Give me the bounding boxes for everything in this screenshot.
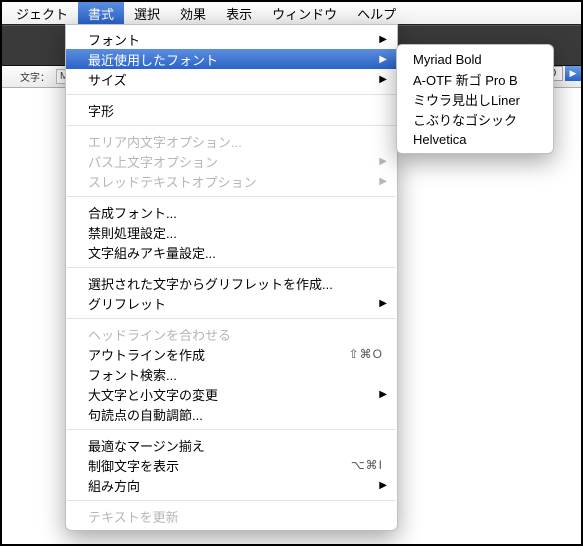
shortcut-label: ⇧⌘O xyxy=(349,347,383,361)
menu-ヘルプ[interactable]: ヘルプ xyxy=(347,2,406,24)
menu-表示[interactable]: 表示 xyxy=(216,2,262,24)
menu-item[interactable]: 組み方向 ▶ xyxy=(66,475,397,495)
menu-item: エリア内文字オプション... xyxy=(66,131,397,151)
menu-item-label: 組み方向 xyxy=(88,476,140,495)
menu-item-label: フォント xyxy=(88,30,140,49)
type-menu-dropdown: フォント ▶ 最近使用したフォント ▶ サイズ ▶ 字形エリア内文字オプション...パス上文… xyxy=(65,24,398,531)
menu-item[interactable]: 最近使用したフォント ▶ xyxy=(66,49,397,69)
menu-item-label: ヘッドラインを合わせる xyxy=(88,325,231,344)
menu-item[interactable]: 制御文字を表示 ⌥⌘I xyxy=(66,455,397,475)
menu-item: パス上文字オプション ▶ xyxy=(66,151,397,171)
menu-item-label: 最適なマージン揃え xyxy=(88,436,205,455)
menu-item-label: 最近使用したフォント xyxy=(88,50,218,69)
menu-選択[interactable]: 選択 xyxy=(124,2,170,24)
submenu-arrow-icon: ▶ xyxy=(379,156,387,167)
menu-item-label: パス上文字オプション xyxy=(88,152,218,171)
separator xyxy=(67,94,396,95)
recent-font-item[interactable]: Myriad Bold xyxy=(397,49,553,69)
menu-item-label: 制御文字を表示 xyxy=(88,456,179,475)
menu-item[interactable]: グリフレット ▶ xyxy=(66,293,397,313)
menu-item-label: エリア内文字オプション... xyxy=(88,132,242,151)
separator xyxy=(67,318,396,319)
menu-item-label: スレッドテキストオプション xyxy=(88,172,257,191)
menu-item-label: 合成フォント... xyxy=(88,203,177,222)
recent-font-item[interactable]: ミウラ見出しLiner xyxy=(397,89,553,109)
menu-item-label: テキストを更新 xyxy=(88,507,179,526)
menubar: ジェクト書式選択効果表示ウィンドウヘルプ xyxy=(2,2,581,24)
submenu-arrow-icon: ▶ xyxy=(379,389,387,400)
menu-item-label: 選択された文字からグリフレットを作成... xyxy=(88,274,333,293)
menu-item[interactable]: 句読点の自動調節... xyxy=(66,404,397,424)
menu-item: ヘッドラインを合わせる xyxy=(66,324,397,344)
menu-item-label: サイズ xyxy=(88,70,127,89)
separator xyxy=(67,429,396,430)
play-icon[interactable]: ▶ xyxy=(565,66,581,81)
recent-font-item[interactable]: A-OTF 新ゴ Pro B xyxy=(397,69,553,89)
menu-item-label: 字形 xyxy=(88,101,114,120)
menu-item[interactable]: 合成フォント... xyxy=(66,202,397,222)
menu-item[interactable]: 文字組みアキ量設定... xyxy=(66,242,397,262)
menu-item[interactable]: サイズ ▶ xyxy=(66,69,397,89)
separator xyxy=(67,125,396,126)
menu-ウィンドウ[interactable]: ウィンドウ xyxy=(262,2,347,24)
submenu-arrow-icon: ▶ xyxy=(379,74,387,85)
separator xyxy=(67,500,396,501)
recent-font-item[interactable]: Helvetica xyxy=(397,129,553,149)
font-label: 文字： xyxy=(20,69,50,84)
submenu-arrow-icon: ▶ xyxy=(379,34,387,45)
submenu-arrow-icon: ▶ xyxy=(379,298,387,309)
menu-item-label: アウトラインを作成 xyxy=(88,345,205,364)
menu-ジェクト[interactable]: ジェクト xyxy=(6,2,78,24)
recent-fonts-submenu: Myriad BoldA-OTF 新ゴ Pro Bミウラ見出しLinerこぶりな… xyxy=(396,44,554,154)
menu-item-label: 句読点の自動調節... xyxy=(88,405,203,424)
menu-item: テキストを更新 xyxy=(66,506,397,526)
menu-item-label: 大文字と小文字の変更 xyxy=(88,385,218,404)
menu-item[interactable]: フォント検索... xyxy=(66,364,397,384)
submenu-arrow-icon: ▶ xyxy=(379,176,387,187)
menu-item-label: フォント検索... xyxy=(88,365,177,384)
submenu-arrow-icon: ▶ xyxy=(379,480,387,491)
menu-item[interactable]: フォント ▶ xyxy=(66,29,397,49)
shortcut-label: ⌥⌘I xyxy=(351,458,383,472)
menu-効果[interactable]: 効果 xyxy=(170,2,216,24)
menu-書式[interactable]: 書式 xyxy=(78,2,124,24)
menu-item[interactable]: 大文字と小文字の変更 ▶ xyxy=(66,384,397,404)
separator xyxy=(67,267,396,268)
menu-item-label: 禁則処理設定... xyxy=(88,223,177,242)
menu-item: スレッドテキストオプション ▶ xyxy=(66,171,397,191)
submenu-arrow-icon: ▶ xyxy=(379,54,387,65)
menu-item[interactable]: 禁則処理設定... xyxy=(66,222,397,242)
menu-item[interactable]: アウトラインを作成 ⇧⌘O xyxy=(66,344,397,364)
menu-item[interactable]: 選択された文字からグリフレットを作成... xyxy=(66,273,397,293)
menu-item-label: 文字組みアキ量設定... xyxy=(88,243,216,262)
separator xyxy=(67,196,396,197)
menu-item[interactable]: 最適なマージン揃え xyxy=(66,435,397,455)
recent-font-item[interactable]: こぶりなゴシック xyxy=(397,109,553,129)
menu-item[interactable]: 字形 xyxy=(66,100,397,120)
menu-item-label: グリフレット xyxy=(88,294,166,313)
